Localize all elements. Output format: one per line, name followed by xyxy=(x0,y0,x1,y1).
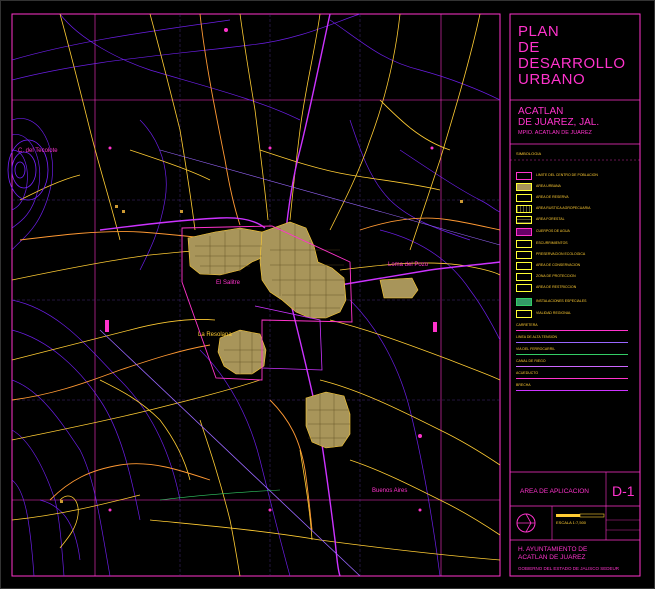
scale-text: ESCALA 1:7,500 xyxy=(556,520,587,525)
municipality-label: MPIO. ACATLAN DE JUAREZ xyxy=(518,130,592,136)
urban-area-center xyxy=(259,221,347,319)
legend-swatch xyxy=(516,216,532,224)
urban-area-south xyxy=(305,391,351,449)
legend-swatch xyxy=(516,240,532,248)
legend-label: VIALIDAD REGIONAL xyxy=(536,311,572,315)
place-label-west: El Salitre xyxy=(216,280,241,286)
place-label-southwest: La Resolana xyxy=(198,332,232,338)
legend-label: ZONA DE PROTECCION xyxy=(536,274,576,278)
legend-label: ESCURRIMIENTOS xyxy=(536,241,568,245)
legend-line-swatch xyxy=(516,354,628,355)
legend-line-label: CANAL DE RIEGO xyxy=(516,359,546,363)
legend-line-label: VIA DEL FERROCARRIL xyxy=(516,347,556,351)
plan-title-line: DESARROLLO xyxy=(518,55,626,72)
legend-label: AREA URBANA xyxy=(536,184,561,188)
legend-label: AREA RUSTICA AGROPECUARIA xyxy=(536,206,591,210)
legend-label: AREA DE CONSERVACION xyxy=(536,263,581,267)
legend-swatch xyxy=(516,183,532,191)
legend-label: INSTALACIONES ESPECIALES xyxy=(536,299,587,303)
legend-swatch xyxy=(516,172,532,180)
urban-area-east xyxy=(379,277,419,299)
plan-title-line: PLAN xyxy=(518,23,560,40)
legend-label: CUERPOS DE AGUA xyxy=(536,229,570,233)
legend-swatch xyxy=(516,284,532,292)
town-name-line: DE JUAREZ, JAL. xyxy=(518,117,600,128)
legend-swatch xyxy=(516,228,532,236)
council-line: H. AYUNTAMIENTO DE xyxy=(518,546,588,553)
hill-label: C. del Tecolote xyxy=(18,148,58,154)
sheet-number: D-1 xyxy=(612,483,635,499)
plan-title-line: DE xyxy=(518,39,540,56)
legend-line-swatch xyxy=(516,330,628,331)
legend-swatch xyxy=(516,273,532,281)
legend-label: AREA FORESTAL xyxy=(536,217,565,221)
legend-label: AREA DE RESTRICCION xyxy=(536,285,577,289)
legend-line-swatch xyxy=(516,378,628,379)
legend-label: PRESERVACION ECOLOGICA xyxy=(536,252,586,256)
legend-label: AREA DE RESERVA xyxy=(536,195,569,199)
legend-swatch xyxy=(516,205,532,213)
legend-line-swatch xyxy=(516,390,628,391)
legend-line-label: LINEA DE ALTA TENSION xyxy=(516,335,558,339)
legend-heading: SIMBOLOGIA xyxy=(516,151,542,156)
place-label-southeast: Buenos Aires xyxy=(372,488,408,494)
sheet-label: AREA DE APLICACION xyxy=(520,488,589,495)
legend-line-label: CARRETERA xyxy=(516,323,538,327)
map-drawing xyxy=(0,0,655,589)
legend-swatch xyxy=(516,262,532,270)
legend-line-label: BRECHA xyxy=(516,383,531,387)
legend-swatch xyxy=(516,310,532,318)
scale-bar xyxy=(556,513,605,518)
north-arrow-icon xyxy=(516,513,536,533)
government-line: GOBIERNO DEL ESTADO DE JALISCO SEDEUR xyxy=(518,566,620,571)
legend-line-swatch xyxy=(516,342,628,343)
town-name-line: ACATLAN xyxy=(518,106,564,117)
council-line: ACATLAN DE JUAREZ xyxy=(518,554,586,561)
legend-swatch xyxy=(516,298,532,306)
legend-label: LIMITE DEL CENTRO DE POBLACION xyxy=(536,173,598,177)
legend-line-label: ACUEDUCTO xyxy=(516,371,539,375)
legend-line-swatch xyxy=(516,366,628,367)
legend-swatch xyxy=(516,194,532,202)
legend-swatch xyxy=(516,251,532,259)
urban-area-north xyxy=(187,227,271,276)
place-label-east: Loma del Pozo xyxy=(388,262,429,268)
plan-title-line: URBANO xyxy=(518,71,586,88)
